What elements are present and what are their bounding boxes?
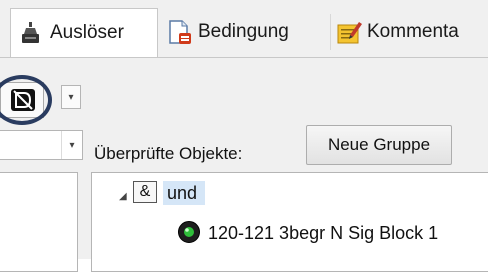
tab-condition-label: Bedingung [198,21,289,42]
tab-trigger-label: Auslöser [50,22,124,43]
and-operator-icon: & [133,181,157,203]
expander-icon[interactable]: ◢ [119,191,127,202]
comment-icon [336,19,362,45]
filter-combobox[interactable]: ▾ [0,130,83,160]
tab-trigger[interactable]: Auslöser [10,8,158,58]
new-group-button[interactable]: Neue Gruppe [306,125,452,165]
condition-icon [167,19,193,45]
tab-condition[interactable]: Bedingung [167,10,325,54]
logic-dropdown-button[interactable]: ▾ [61,85,81,109]
tab-comment-label: Kommenta [367,21,459,42]
signal-icon [178,221,200,243]
tree-group-label[interactable]: und [163,181,206,205]
chevron-down-icon: ▾ [68,91,74,103]
checked-objects-label: Überprüfte Objekte: [94,144,243,163]
chevron-down-icon: ▾ [61,131,82,159]
trigger-icon [19,20,45,46]
tab-comment[interactable]: Kommenta [336,10,488,54]
left-list[interactable] [0,172,78,272]
tab-separator [330,14,331,50]
tree-item-label[interactable]: 120-121 3begr N Sig Block 1 [208,221,438,245]
